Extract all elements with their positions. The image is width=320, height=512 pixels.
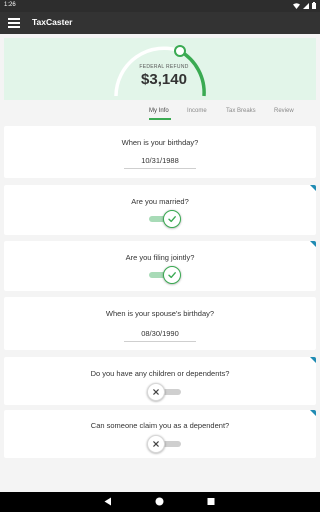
- question-text: When is your spouse's birthday?: [105, 309, 215, 318]
- question-text: Do you have any children or dependents?: [90, 369, 230, 378]
- gauge-handle: [174, 45, 186, 57]
- question-card-dependents: Do you have any children or dependents?: [4, 357, 316, 405]
- question-card-married: Are you married?: [4, 185, 316, 235]
- wifi-icon: [293, 2, 300, 9]
- question-text: Can someone claim you as a dependent?: [90, 421, 230, 430]
- app-title: TaxCaster: [32, 17, 73, 27]
- close-icon: [153, 389, 159, 395]
- battery-icon: [312, 2, 316, 9]
- married-toggle[interactable]: [147, 210, 181, 228]
- question-text: Are you filing jointly?: [125, 253, 195, 262]
- check-icon: [168, 216, 176, 223]
- refund-amount: $3,140: [141, 71, 187, 88]
- tab-my-info[interactable]: My Info: [149, 108, 169, 114]
- status-icons: [293, 2, 316, 9]
- tab-review[interactable]: Review: [274, 108, 294, 114]
- info-corner-marker: [310, 410, 316, 416]
- tab-income[interactable]: Income: [187, 108, 207, 114]
- back-icon[interactable]: [104, 497, 112, 506]
- active-tab-indicator: [149, 118, 171, 120]
- birthday-date-field[interactable]: 10/31/1988: [124, 156, 196, 169]
- info-corner-marker: [310, 185, 316, 191]
- question-card-filing-jointly: Are you filing jointly?: [4, 241, 316, 291]
- info-corner-marker: [310, 241, 316, 247]
- dependents-toggle[interactable]: [147, 383, 181, 401]
- close-icon: [153, 441, 159, 447]
- status-time: 1:26: [4, 2, 16, 8]
- refund-summary: FEDERAL REFUND $3,140: [4, 38, 316, 100]
- signal-icon: [303, 2, 309, 9]
- question-text: When is your birthday?: [121, 138, 199, 147]
- status-bar: 1:26: [0, 0, 320, 12]
- filing-jointly-toggle[interactable]: [147, 266, 181, 284]
- spouse-birthday-date-field[interactable]: 08/30/1990: [124, 329, 196, 342]
- menu-icon[interactable]: [8, 18, 20, 28]
- question-card-birthday: When is your birthday? 10/31/1988: [4, 126, 316, 178]
- recents-icon[interactable]: [207, 497, 215, 506]
- home-icon[interactable]: [155, 497, 164, 506]
- question-text: Are you married?: [131, 197, 189, 206]
- section-tabs: My Info Income Tax Breaks Review: [0, 106, 320, 120]
- question-card-spouse-birthday: When is your spouse's birthday? 08/30/19…: [4, 297, 316, 350]
- app-bar: TaxCaster: [0, 12, 320, 34]
- claimed-dependent-toggle[interactable]: [147, 435, 181, 453]
- info-corner-marker: [310, 357, 316, 363]
- refund-label: FEDERAL REFUND: [139, 64, 189, 70]
- question-card-claimed-dependent: Can someone claim you as a dependent?: [4, 410, 316, 458]
- check-icon: [168, 272, 176, 279]
- system-nav-bar: [0, 492, 320, 512]
- tab-tax-breaks[interactable]: Tax Breaks: [226, 108, 256, 114]
